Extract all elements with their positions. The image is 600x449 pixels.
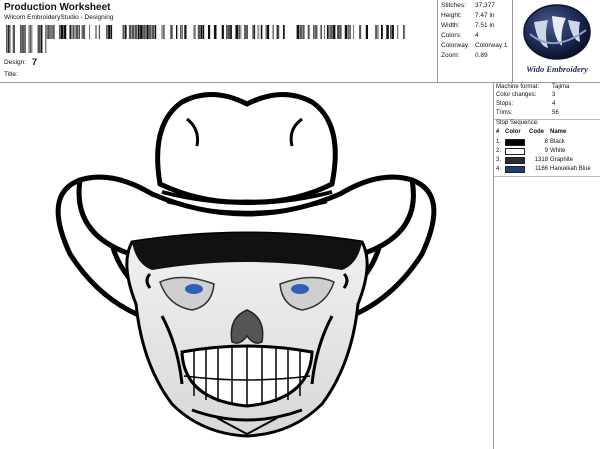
color-swatch	[505, 139, 525, 146]
info-panel: Machine format: Tajima Color changes: 3 St…	[493, 83, 600, 449]
page-title: Production Worksheet	[4, 2, 111, 13]
logo-text: Wido Embroidery	[526, 64, 588, 74]
color-swatch	[505, 166, 525, 173]
stat-row-height: Height: 7.47 in	[441, 12, 495, 19]
stat-row-zoom: Zoom: 0.89	[441, 52, 488, 59]
trims-row: Trims: 56	[496, 110, 559, 116]
design-value: 7	[32, 57, 38, 67]
wido-logo: Wido Embroidery	[514, 0, 600, 82]
barcode-graphic	[6, 25, 406, 53]
color-swatch	[505, 157, 525, 164]
stops-row: Stops: 4	[496, 101, 556, 107]
panel-divider	[494, 176, 600, 177]
stat-row-colorway: Colorway: Colorway 1	[441, 42, 508, 49]
stat-row-width: Width: 7.51 in	[441, 22, 495, 29]
skull-icon	[125, 231, 369, 438]
machine-format-row: Machine format: Tajima	[496, 84, 570, 90]
color-changes-row: Color changes: 3	[496, 92, 556, 98]
stop-row: 2. 9 White	[496, 148, 566, 155]
stat-row-colors: Colors: 4	[441, 32, 479, 39]
stop-row: 1. 8 Black	[496, 139, 565, 146]
design-label: Design:	[4, 59, 27, 66]
title-label: Title:	[4, 71, 18, 78]
stop-sequence-title: Stop Sequence:	[496, 120, 539, 126]
stat-row-stitches: Stitches: 37,377	[441, 2, 495, 9]
embroidery-design-preview	[55, 91, 437, 438]
app-subtitle: Wilcom EmbroideryStudio - Designing	[4, 14, 114, 21]
right-eye	[291, 284, 309, 294]
stats-block: Stitches: 37,377 Height: 7.47 in Width: 7.5…	[439, 0, 513, 82]
worksheet-header: Production Worksheet Wilcom EmbroiderySt…	[2, 0, 438, 82]
left-eye	[185, 284, 203, 294]
stop-row: 3. 1318 Graphite	[496, 157, 574, 164]
production-worksheet: Production Worksheet Wilcom EmbroiderySt…	[0, 0, 600, 449]
color-swatch	[505, 148, 525, 155]
stop-row: 4. 1166 Hanukkah Blue	[496, 166, 591, 173]
